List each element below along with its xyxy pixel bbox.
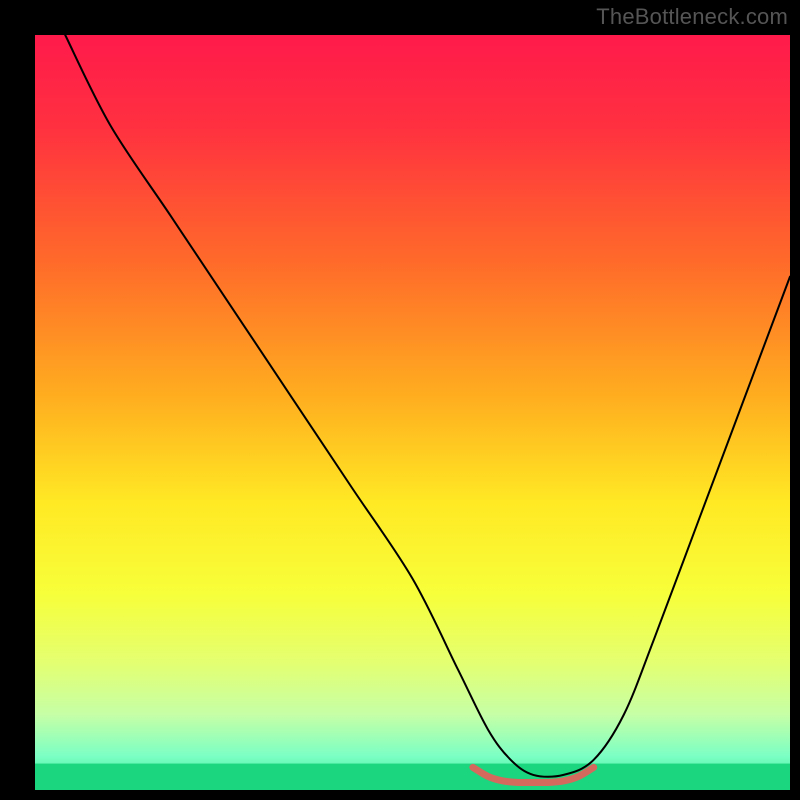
- plot-background: [35, 35, 790, 790]
- bottleneck-chart: [0, 0, 800, 800]
- watermark-text: TheBottleneck.com: [596, 4, 788, 30]
- chart-container: TheBottleneck.com: [0, 0, 800, 800]
- optimal-band: [35, 764, 790, 790]
